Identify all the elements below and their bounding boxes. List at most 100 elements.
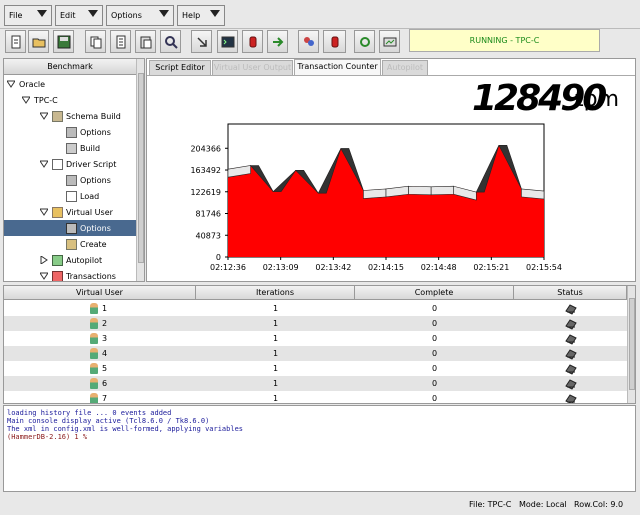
series-ribbon-segment bbox=[430, 185, 455, 196]
running-status-icon bbox=[564, 378, 577, 390]
table-row[interactable]: 1 1 0 bbox=[4, 301, 627, 316]
tree-header[interactable]: Benchmark bbox=[4, 59, 136, 75]
menu-options[interactable]: Options bbox=[106, 5, 174, 26]
console-output[interactable]: loading history file ... 0 events added … bbox=[3, 405, 636, 492]
menu-help[interactable]: Help bbox=[177, 5, 225, 26]
folder-open-icon bbox=[32, 38, 45, 47]
autopilot-button[interactable] bbox=[354, 30, 375, 53]
iterations-cell: 1 bbox=[272, 394, 279, 403]
options-icon bbox=[66, 222, 77, 234]
tab-script-editor[interactable]: Script Editor bbox=[149, 60, 211, 75]
column-header-complete[interactable]: Complete bbox=[355, 286, 514, 300]
collapsed-triangle-icon[interactable] bbox=[40, 256, 48, 264]
running-status-icon bbox=[564, 348, 577, 360]
tree-item-driver-options[interactable]: Options bbox=[4, 172, 136, 188]
tree-item-autopilot[interactable]: Autopilot bbox=[4, 252, 136, 268]
series-ribbon-segment bbox=[408, 185, 432, 196]
tree-scrollbar[interactable] bbox=[136, 59, 144, 281]
expanded-triangle-icon[interactable] bbox=[40, 208, 48, 216]
folder-icon bbox=[52, 206, 63, 218]
iterations-cell: 1 bbox=[272, 319, 279, 328]
edit-button[interactable] bbox=[110, 30, 131, 53]
user-cell: 2 bbox=[90, 316, 120, 331]
search-icon bbox=[164, 35, 178, 49]
paste-button[interactable] bbox=[135, 30, 156, 53]
expanded-triangle-icon[interactable] bbox=[40, 272, 48, 280]
table-row[interactable]: 6 1 0 bbox=[4, 376, 627, 391]
copy-button[interactable] bbox=[85, 30, 106, 53]
x-tick-label: 02:15:21 bbox=[473, 263, 509, 272]
y-tick-label: 81746 bbox=[196, 210, 221, 219]
status-cell bbox=[514, 346, 627, 361]
column-header-status[interactable]: Status bbox=[514, 286, 627, 300]
expanded-triangle-icon[interactable] bbox=[40, 160, 48, 168]
table-row[interactable]: 3 1 0 bbox=[4, 331, 627, 346]
options-icon bbox=[66, 174, 77, 186]
tree-item-transactions[interactable]: Transactions bbox=[4, 268, 136, 281]
tree-item-create[interactable]: Create bbox=[4, 236, 136, 252]
refresh-icon bbox=[359, 36, 370, 47]
menu-file[interactable]: File bbox=[4, 5, 52, 26]
status-cell bbox=[514, 301, 627, 316]
table-scrollbar[interactable] bbox=[627, 286, 635, 403]
tree-item-schema-build[interactable]: Schema Build bbox=[4, 108, 136, 124]
paste-icon bbox=[140, 36, 151, 48]
terminal-button[interactable] bbox=[217, 30, 238, 53]
search-button[interactable] bbox=[160, 30, 181, 53]
tab-virtual-user-output[interactable]: Virtual User Output bbox=[212, 60, 293, 75]
x-tick-label: 02:15:54 bbox=[526, 263, 562, 272]
column-header-iterations[interactable]: Iterations bbox=[196, 286, 355, 300]
arrow-icon bbox=[196, 36, 207, 47]
running-status-icon bbox=[564, 363, 577, 375]
virtual-user-table: Virtual User Iterations Complete Status … bbox=[3, 285, 636, 404]
x-tick-label: 02:14:15 bbox=[368, 263, 404, 272]
save-button[interactable] bbox=[53, 30, 74, 53]
tree-item-driver-script[interactable]: Driver Script bbox=[4, 156, 136, 172]
tree-item-load[interactable]: Load bbox=[4, 188, 136, 204]
tree-item-vu-options[interactable]: Options bbox=[4, 220, 136, 236]
tab-autopilot[interactable]: Autopilot bbox=[382, 60, 428, 75]
expanded-triangle-icon[interactable] bbox=[40, 112, 48, 120]
tree-item-schema-options[interactable]: Options bbox=[4, 124, 136, 140]
complete-cell: 0 bbox=[431, 349, 438, 358]
tree-item-virtual-user[interactable]: Virtual User bbox=[4, 204, 136, 220]
open-button[interactable] bbox=[28, 30, 49, 53]
tree-item-oracle[interactable]: Oracle bbox=[4, 76, 136, 92]
scrollbar-thumb[interactable] bbox=[138, 73, 144, 263]
tree-item-tpcc[interactable]: TPC-C bbox=[4, 92, 136, 108]
table-row[interactable]: 2 1 0 bbox=[4, 316, 627, 331]
stop-icon bbox=[331, 36, 338, 47]
console-prompt[interactable]: (HammerDB-2.16) 1 % bbox=[7, 433, 632, 441]
transaction-counter-button[interactable] bbox=[379, 30, 400, 53]
main-panel: Script Editor Virtual User Output Transa… bbox=[146, 58, 636, 282]
options-icon bbox=[66, 126, 77, 138]
tab-transaction-counter[interactable]: Transaction Counter bbox=[294, 59, 381, 75]
run-users-button[interactable] bbox=[323, 30, 346, 53]
graph-icon bbox=[52, 270, 63, 281]
load-button[interactable] bbox=[267, 30, 288, 53]
status-cell bbox=[514, 391, 627, 403]
create-icon bbox=[66, 238, 77, 250]
tree-item-build[interactable]: Build bbox=[4, 140, 136, 156]
console-line: Main console display active (Tcl8.6.0 / … bbox=[7, 417, 210, 425]
expanded-triangle-icon[interactable] bbox=[22, 96, 30, 104]
scrollbar-thumb[interactable] bbox=[629, 298, 635, 390]
y-tick-label: 163492 bbox=[190, 166, 221, 175]
stop-button[interactable] bbox=[242, 30, 263, 53]
table-row[interactable]: 7 1 0 bbox=[4, 391, 627, 403]
counter-icon bbox=[383, 37, 396, 46]
menu-edit[interactable]: Edit bbox=[55, 5, 103, 26]
status-cell bbox=[514, 361, 627, 376]
status-rowcol: Row.Col: 9.0 bbox=[574, 500, 624, 509]
create-users-button[interactable] bbox=[298, 30, 319, 53]
stop-icon bbox=[249, 36, 256, 47]
table-row[interactable]: 4 1 0 bbox=[4, 346, 627, 361]
expanded-triangle-icon[interactable] bbox=[7, 80, 15, 88]
new-file-button[interactable] bbox=[5, 30, 26, 53]
table-row[interactable]: 5 1 0 bbox=[4, 361, 627, 376]
column-header-virtual-user[interactable]: Virtual User bbox=[4, 286, 196, 300]
run-script-button[interactable] bbox=[191, 30, 212, 53]
tpm-unit: tpm bbox=[575, 87, 620, 112]
copy-icon bbox=[90, 36, 101, 48]
user-cell: 5 bbox=[90, 361, 120, 376]
